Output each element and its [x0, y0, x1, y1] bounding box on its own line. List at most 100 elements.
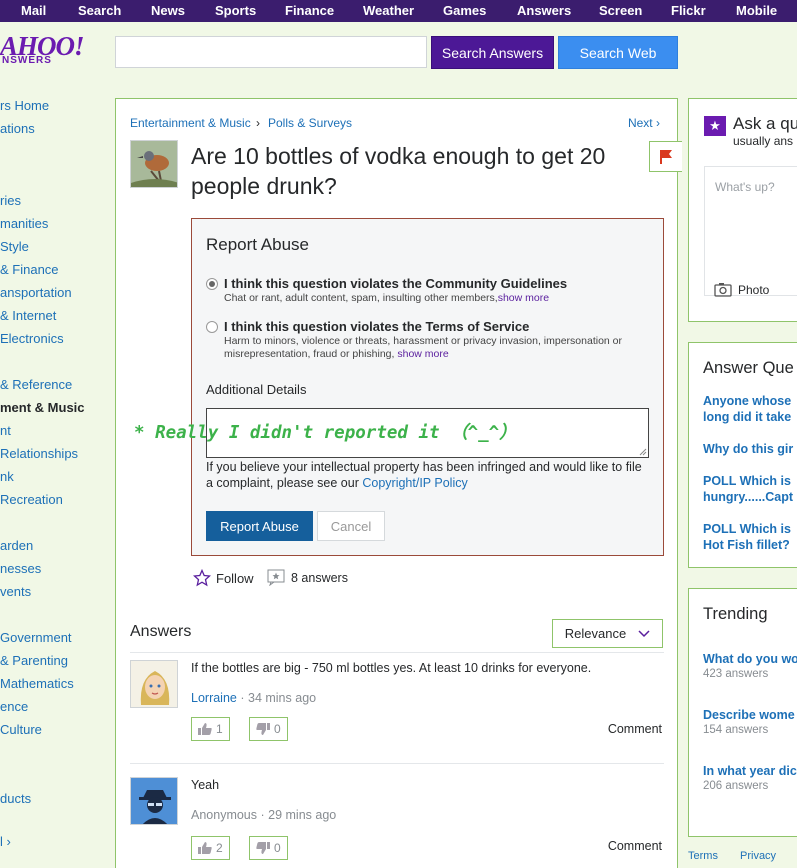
nav-sports[interactable]: Sports [215, 0, 256, 22]
thumbs-down-button[interactable]: 0 [249, 717, 288, 741]
sidebar-item-reference[interactable]: & Reference [0, 377, 72, 392]
search-input[interactable] [115, 36, 427, 68]
search-answers-button[interactable]: Search Answers [431, 36, 554, 69]
sort-dropdown[interactable]: Relevance [552, 619, 663, 648]
report-flag-button[interactable] [649, 141, 682, 172]
sidebar-item-parenting[interactable]: & Parenting [0, 653, 68, 668]
ask-title: Ask a qu [733, 114, 797, 133]
cancel-button[interactable]: Cancel [317, 511, 385, 541]
sidebar-item-nt[interactable]: nt [0, 423, 11, 438]
sidebar-item-style[interactable]: Style [0, 239, 29, 254]
nav-screen[interactable]: Screen [599, 0, 642, 22]
avatar[interactable] [130, 777, 178, 825]
avatar[interactable] [130, 660, 178, 708]
answer-text: Yeah [191, 778, 220, 792]
sidebar-item-relationships[interactable]: Relationships [0, 446, 78, 461]
sidebar-item-recreation[interactable]: Recreation [0, 492, 63, 507]
ask-input[interactable]: What's up? [704, 166, 797, 296]
trending-link[interactable]: Describe wome [703, 707, 795, 723]
radio-community-guidelines[interactable] [206, 278, 218, 290]
sidebar-item-categories[interactable]: ries [0, 193, 21, 208]
sidebar-item-humanities[interactable]: manities [0, 216, 48, 231]
nav-weather[interactable]: Weather [363, 0, 414, 22]
sidebar-item-home[interactable]: rs Home [0, 98, 49, 113]
comment-button[interactable]: Comment [608, 839, 662, 853]
trending-link[interactable]: In what year dic [703, 763, 797, 779]
nav-answers[interactable]: Answers [517, 0, 571, 22]
nav-finance[interactable]: Finance [285, 0, 334, 22]
sidebar-item-entertainment[interactable]: ment & Music [0, 400, 85, 415]
sidebar-item-transportation[interactable]: ansportation [0, 285, 72, 300]
report-abuse-button[interactable]: Report Abuse [206, 511, 313, 541]
option-tos-desc: Harm to minors, violence or threats, har… [224, 335, 622, 360]
sidebar-item-culture[interactable]: Culture [0, 722, 42, 737]
question-title: Are 10 bottles of vodka enough to get 20… [191, 143, 606, 199]
copyright-policy-link[interactable]: Copyright/IP Policy [362, 476, 467, 490]
sidebar-item-internet[interactable]: & Internet [0, 308, 56, 323]
trending-link[interactable]: What do you wo [703, 651, 797, 667]
sidebar-item-locations[interactable]: ations [0, 121, 35, 136]
overlay-annotation: * Really I didn't reported it （^_^） [134, 423, 517, 443]
ask-star-icon: ★ [704, 116, 726, 136]
thumbs-up-icon [198, 723, 212, 735]
sidebar-item-businesses[interactable]: nesses [0, 561, 41, 576]
thumbs-down-icon [256, 842, 270, 854]
star-icon [193, 569, 211, 587]
comment-button[interactable]: Comment [608, 722, 662, 736]
follow-label: Follow [216, 570, 254, 586]
sidebar-item-garden[interactable]: arden [0, 538, 33, 553]
answer-meta: Anonymous · 29 mins ago [191, 808, 337, 822]
divider [130, 763, 664, 764]
privacy-link[interactable]: Privacy [740, 850, 776, 862]
breadcrumb-entertainment[interactable]: Entertainment & Music [130, 116, 251, 130]
question-link[interactable]: POLL Which is hungry......Capt [703, 473, 793, 505]
radio-terms-of-service[interactable] [206, 321, 218, 333]
thumbs-down-button[interactable]: 0 [249, 836, 288, 860]
answer-questions-panel: Answer Que Anyone whose long did it take … [688, 342, 797, 568]
nav-search[interactable]: Search [78, 0, 121, 22]
sidebar-item-all[interactable]: l › [0, 834, 11, 849]
report-dialog-title: Report Abuse [206, 235, 310, 254]
question-link[interactable]: Why do this gir [703, 441, 793, 457]
thumbs-up-button[interactable]: 1 [191, 717, 230, 741]
camera-icon [714, 283, 732, 297]
answer-meta: Lorraine · 34 mins ago [191, 691, 317, 705]
answer-questions-title: Answer Que [703, 359, 794, 377]
trending-panel: Trending What do you wo 423 answers Desc… [688, 588, 797, 837]
sidebar-item-drink[interactable]: nk [0, 469, 14, 484]
question-link[interactable]: POLL Which is Hot Fish fillet? [703, 521, 791, 553]
breadcrumb-polls[interactable]: Polls & Surveys [268, 116, 352, 130]
answer-user[interactable]: Lorraine [191, 691, 237, 705]
show-more-link[interactable]: show more [397, 348, 448, 360]
nav-mobile[interactable]: Mobile [736, 0, 777, 22]
breadcrumb-chevron-icon: › [256, 116, 260, 130]
terms-link[interactable]: Terms [688, 850, 718, 862]
answer-user: Anonymous [191, 808, 258, 822]
nav-games[interactable]: Games [443, 0, 486, 22]
sidebar-item-mathematics[interactable]: Mathematics [0, 676, 74, 691]
chevron-down-icon [638, 629, 650, 637]
nav-news[interactable]: News [151, 0, 185, 22]
report-abuse-dialog: Report Abuse I think this question viola… [191, 218, 664, 556]
nav-flickr[interactable]: Flickr [671, 0, 706, 22]
sidebar-item-products[interactable]: ducts [0, 791, 31, 806]
asker-avatar[interactable] [130, 140, 178, 188]
search-web-button[interactable]: Search Web [558, 36, 678, 69]
sidebar-item-science[interactable]: ence [0, 699, 28, 714]
question-panel: Entertainment & Music › Polls & Surveys … [115, 98, 682, 868]
trending-count: 154 answers [703, 724, 769, 736]
nav-mail[interactable]: Mail [21, 0, 46, 22]
sidebar-item-finance[interactable]: & Finance [0, 262, 59, 277]
photo-button[interactable]: Photo [714, 282, 769, 297]
sidebar-item-electronics[interactable]: Electronics [0, 331, 64, 346]
sidebar-item-government[interactable]: Government [0, 630, 72, 645]
sidebar-item-events[interactable]: vents [0, 584, 31, 599]
answer-text: If the bottles are big - 750 ml bottles … [191, 661, 592, 675]
next-link[interactable]: Next › [628, 116, 660, 130]
additional-details-label: Additional Details [206, 382, 307, 397]
show-more-link[interactable]: show more [498, 292, 549, 304]
question-link[interactable]: Anyone whose long did it take [703, 393, 791, 425]
resize-handle-icon[interactable] [639, 448, 647, 456]
thumbs-up-button[interactable]: 2 [191, 836, 230, 860]
follow-button[interactable]: Follow [193, 569, 254, 587]
